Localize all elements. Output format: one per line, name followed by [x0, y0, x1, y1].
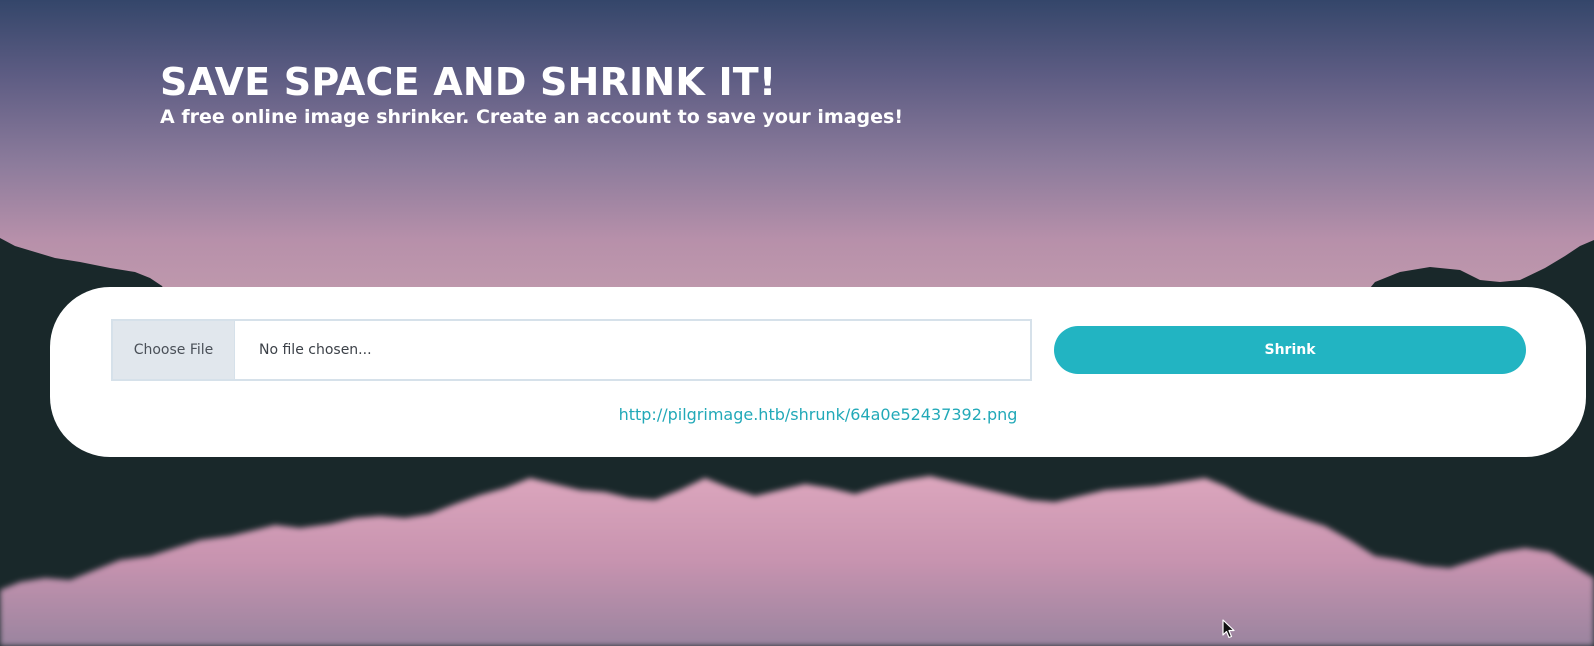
hero: SAVE SPACE AND SHRINK IT! A free online …: [160, 60, 903, 130]
shrink-button[interactable]: Shrink: [1054, 326, 1526, 374]
shrunk-image-link[interactable]: http://pilgrimage.htb/shrunk/64a0e524373…: [50, 405, 1586, 424]
file-upload-field[interactable]: Choose File No file chosen...: [111, 319, 1032, 381]
upload-card: Choose File No file chosen... Shrink htt…: [50, 287, 1586, 457]
page-subtitle: A free online image shrinker. Create an …: [160, 106, 903, 128]
page: SAVE SPACE AND SHRINK IT! A free online …: [0, 0, 1594, 646]
choose-file-button[interactable]: Choose File: [113, 321, 235, 379]
page-title: SAVE SPACE AND SHRINK IT!: [160, 60, 777, 104]
file-name-display: No file chosen...: [259, 342, 372, 358]
mouse-pointer-icon: [1222, 619, 1235, 639]
